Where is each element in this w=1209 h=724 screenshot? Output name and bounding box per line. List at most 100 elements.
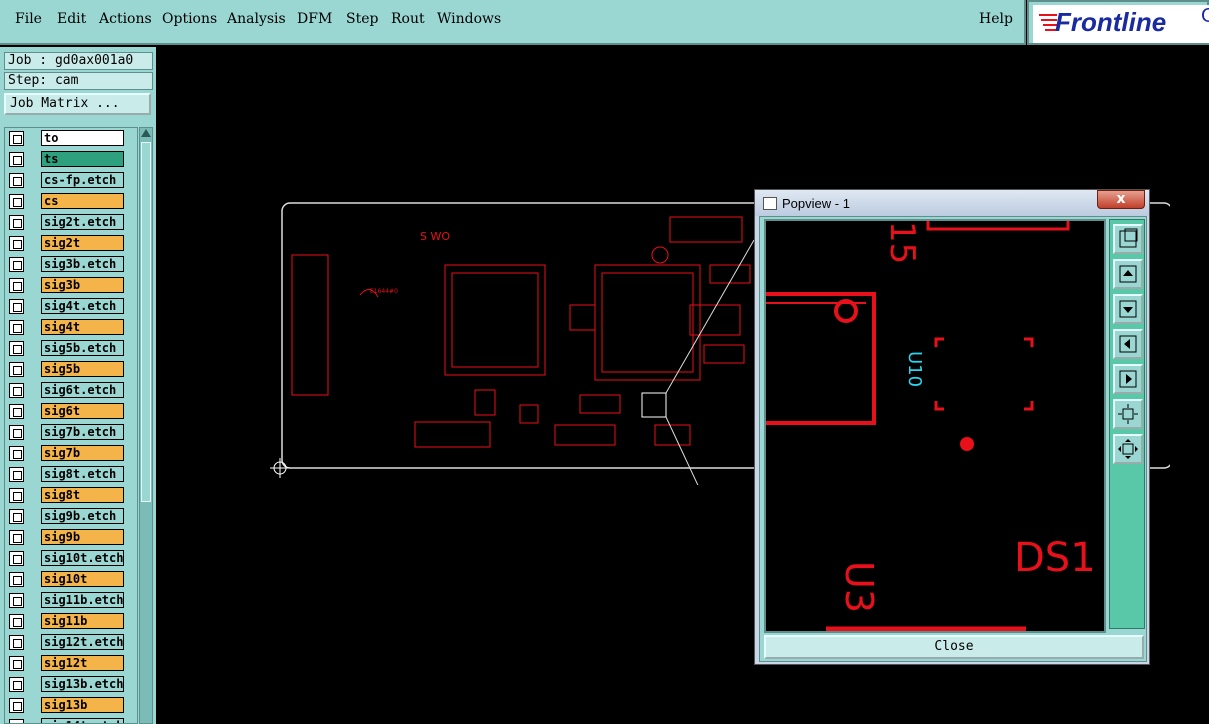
layer-row[interactable]: sig10t [7, 571, 137, 588]
layer-name[interactable]: sig9b [41, 529, 124, 545]
job-matrix-button[interactable]: Job Matrix ... [4, 93, 151, 115]
layer-checkbox[interactable] [9, 614, 24, 629]
layer-checkbox[interactable] [9, 593, 24, 608]
layer-checkbox[interactable] [9, 530, 24, 545]
layer-row[interactable]: sig11b.etch [7, 592, 137, 609]
window-close-button[interactable]: x [1097, 190, 1145, 209]
scrollbar-thumb[interactable] [141, 142, 151, 502]
zoom-out-icon[interactable] [1113, 399, 1143, 429]
menu-rout[interactable]: Rout [391, 11, 425, 27]
layer-name[interactable]: sig3b.etch [41, 256, 124, 272]
layer-name[interactable]: sig12t.etch [41, 634, 124, 650]
layer-row[interactable]: cs [7, 193, 137, 210]
layer-row[interactable]: sig13b [7, 697, 137, 714]
layer-row[interactable]: sig4t.etch [7, 298, 137, 315]
layer-row[interactable]: sig9b.etch [7, 508, 137, 525]
layer-name[interactable]: sig7b [41, 445, 124, 461]
menu-analysis[interactable]: Analysis [227, 11, 286, 27]
layer-name[interactable]: ts [41, 151, 124, 167]
layer-name[interactable]: sig9b.etch [41, 508, 124, 524]
layer-checkbox[interactable] [9, 299, 24, 314]
layer-name[interactable]: sig8t.etch [41, 466, 124, 482]
layer-name[interactable]: sig10t [41, 571, 124, 587]
layer-checkbox[interactable] [9, 152, 24, 167]
layer-checkbox[interactable] [9, 719, 24, 723]
layer-name[interactable]: sig2t.etch [41, 214, 124, 230]
layer-checkbox[interactable] [9, 656, 24, 671]
layer-checkbox[interactable] [9, 215, 24, 230]
layer-row[interactable]: sig13b.etch [7, 676, 137, 693]
layer-checkbox[interactable] [9, 425, 24, 440]
layer-row[interactable]: ts [7, 151, 137, 168]
layer-checkbox[interactable] [9, 446, 24, 461]
layer-row[interactable]: sig8t.etch [7, 466, 137, 483]
layer-row[interactable]: sig2t.etch [7, 214, 137, 231]
layer-checkbox[interactable] [9, 572, 24, 587]
layer-name[interactable]: cs-fp.etch [41, 172, 124, 188]
layer-name[interactable]: sig4t [41, 319, 124, 335]
layer-name[interactable]: sig11b.etch [41, 592, 124, 608]
layer-row[interactable]: sig11b [7, 613, 137, 630]
menu-file[interactable]: File [15, 11, 42, 27]
menu-edit[interactable]: Edit [57, 11, 86, 27]
menu-windows[interactable]: Windows [437, 11, 501, 27]
layer-name[interactable]: sig8t [41, 487, 124, 503]
layer-row[interactable]: sig12t.etch [7, 634, 137, 651]
layer-checkbox[interactable] [9, 278, 24, 293]
layer-name[interactable]: sig13b [41, 697, 124, 713]
layer-name[interactable]: sig10t.etch [41, 550, 124, 566]
layer-checkbox[interactable] [9, 488, 24, 503]
layer-checkbox[interactable] [9, 509, 24, 524]
layer-checkbox[interactable] [9, 173, 24, 188]
layer-checkbox[interactable] [9, 194, 24, 209]
layer-row[interactable]: sig12t [7, 655, 137, 672]
layer-name[interactable]: sig2t [41, 235, 124, 251]
layer-checkbox[interactable] [9, 341, 24, 356]
layer-name[interactable]: sig5b [41, 361, 124, 377]
layer-checkbox[interactable] [9, 320, 24, 335]
layer-name[interactable]: to [41, 130, 124, 146]
popview-titlebar[interactable]: Popview - 1 x [755, 190, 1149, 216]
layer-checkbox[interactable] [9, 362, 24, 377]
layer-row[interactable]: sig7b.etch [7, 424, 137, 441]
layer-checkbox[interactable] [9, 635, 24, 650]
layer-row[interactable]: sig10t.etch [7, 550, 137, 567]
layer-name[interactable]: sig5b.etch [41, 340, 124, 356]
menu-help[interactable]: Help [979, 11, 1013, 27]
layer-name[interactable]: sig6t [41, 403, 124, 419]
popview-close-button[interactable]: Close [764, 635, 1144, 659]
layer-row[interactable]: sig14t.etch [7, 718, 137, 723]
menu-options[interactable]: Options [162, 11, 217, 27]
layer-checkbox[interactable] [9, 677, 24, 692]
layer-list-scrollbar[interactable] [139, 127, 153, 724]
layer-name[interactable]: sig11b [41, 613, 124, 629]
layer-row[interactable]: sig5b.etch [7, 340, 137, 357]
layer-name[interactable]: sig12t [41, 655, 124, 671]
layer-checkbox[interactable] [9, 383, 24, 398]
layer-row[interactable]: cs-fp.etch [7, 172, 137, 189]
layer-row[interactable]: to [7, 130, 137, 147]
layer-checkbox[interactable] [9, 467, 24, 482]
layer-checkbox[interactable] [9, 236, 24, 251]
layer-row[interactable]: sig5b [7, 361, 137, 378]
layer-row[interactable]: sig8t [7, 487, 137, 504]
popview-canvas[interactable]: 15 U10 DS1 U3 [764, 219, 1106, 633]
menu-step[interactable]: Step [346, 11, 378, 27]
layer-name[interactable]: cs [41, 193, 124, 209]
layer-name[interactable]: sig7b.etch [41, 424, 124, 440]
layer-checkbox[interactable] [9, 131, 24, 146]
layer-name[interactable]: sig13b.etch [41, 676, 124, 692]
layer-row[interactable]: sig6t [7, 403, 137, 420]
layer-name[interactable]: sig3b [41, 277, 124, 293]
layer-row[interactable]: sig4t [7, 319, 137, 336]
layer-row[interactable]: sig2t [7, 235, 137, 252]
layer-row[interactable]: sig6t.etch [7, 382, 137, 399]
layer-name[interactable]: sig4t.etch [41, 298, 124, 314]
layer-row[interactable]: sig3b [7, 277, 137, 294]
scroll-up-arrow-icon[interactable] [141, 129, 151, 137]
pan-down-icon[interactable] [1113, 294, 1143, 324]
pan-left-icon[interactable] [1113, 329, 1143, 359]
pan-right-icon[interactable] [1113, 364, 1143, 394]
menu-dfm[interactable]: DFM [297, 11, 332, 27]
layer-checkbox[interactable] [9, 698, 24, 713]
